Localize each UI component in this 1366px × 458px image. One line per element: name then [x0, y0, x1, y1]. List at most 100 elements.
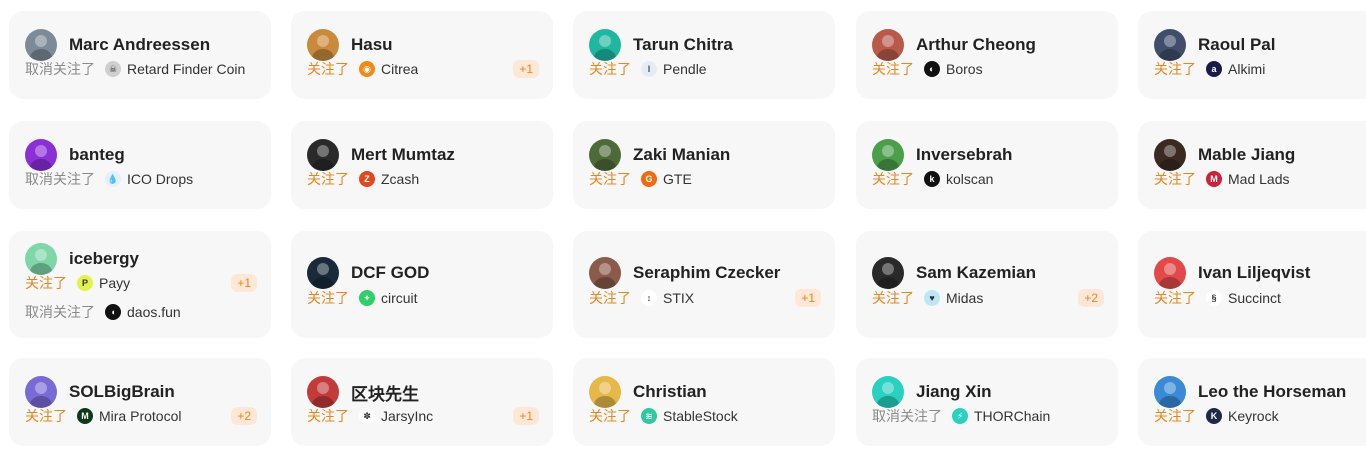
project-name[interactable]: daos.fun	[127, 304, 181, 320]
project-name[interactable]: Citrea	[381, 61, 418, 77]
project-name[interactable]: Keyrock	[1228, 408, 1279, 424]
avatar[interactable]	[872, 139, 904, 171]
kol-card[interactable]: Jiang Xin 取消关注了 ⚡ THORChain	[856, 358, 1118, 446]
kol-name[interactable]: Raoul Pal	[1198, 35, 1275, 55]
avatar[interactable]	[25, 243, 57, 275]
kol-name[interactable]: Ivan Liljeqvist	[1198, 263, 1310, 283]
project-name[interactable]: THORChain	[974, 408, 1050, 424]
kol-card[interactable]: Hasu 关注了 ◉ Citrea +1	[291, 11, 553, 99]
kol-name[interactable]: Hasu	[351, 35, 393, 55]
avatar[interactable]	[25, 139, 57, 171]
kol-card-header: Christian	[589, 376, 821, 408]
kol-card-header: DCF GOD	[307, 257, 539, 289]
project-name[interactable]: StableStock	[663, 408, 738, 424]
avatar[interactable]	[25, 376, 57, 408]
followed-label: 关注了	[25, 275, 67, 291]
kol-name[interactable]: Inversebrah	[916, 145, 1012, 165]
avatar[interactable]	[589, 139, 621, 171]
avatar[interactable]	[307, 29, 339, 61]
avatar[interactable]	[1154, 139, 1186, 171]
avatar[interactable]	[589, 376, 621, 408]
more-count-badge[interactable]: +1	[231, 274, 257, 292]
project-name[interactable]: Boros	[946, 61, 983, 77]
kol-name[interactable]: Christian	[633, 382, 707, 402]
project-name[interactable]: GTE	[663, 171, 692, 187]
kol-name[interactable]: Jiang Xin	[916, 382, 992, 402]
unfollowed-label: 取消关注了	[25, 304, 95, 320]
kol-name[interactable]: 区块先生	[351, 380, 419, 405]
more-count-badge[interactable]: +1	[795, 289, 821, 307]
kol-name[interactable]: SOLBigBrain	[69, 382, 175, 402]
project-name[interactable]: circuit	[381, 290, 418, 306]
kol-card-header: banteg	[25, 139, 257, 171]
activity-row: 关注了 ◉ Citrea +1	[307, 59, 539, 79]
more-count-badge[interactable]: +2	[1078, 289, 1104, 307]
keyrock-icon: K	[1206, 408, 1222, 424]
kol-card[interactable]: Seraphim Czecker 关注了 ↕ STIX +1	[573, 231, 835, 338]
avatar[interactable]	[307, 257, 339, 289]
kol-card[interactable]: icebergy 关注了 P Payy +1 取消关注了 ◖ daos.fun	[9, 231, 271, 338]
project-name[interactable]: Zcash	[381, 171, 419, 187]
avatar[interactable]	[872, 376, 904, 408]
project-name[interactable]: Mira Protocol	[99, 408, 181, 424]
kol-name[interactable]: icebergy	[69, 249, 139, 269]
avatar[interactable]	[307, 139, 339, 171]
kol-name[interactable]: Leo the Horseman	[1198, 382, 1346, 402]
kol-card[interactable]: Christian 关注了 ≋ StableStock	[573, 358, 835, 446]
kol-card[interactable]: Ivan Liljeqvist 关注了 § Succinct	[1138, 231, 1366, 338]
more-count-badge[interactable]: +1	[513, 407, 539, 425]
kol-card[interactable]: Marc Andreessen 取消关注了 ☠ Retard Finder Coin	[9, 11, 271, 99]
project-name[interactable]: Midas	[946, 290, 983, 306]
avatar[interactable]	[1154, 257, 1186, 289]
project-name[interactable]: STIX	[663, 290, 694, 306]
kol-card[interactable]: Tarun Chitra 关注了 ǀ Pendle	[573, 11, 835, 99]
project-name[interactable]: Alkimi	[1228, 61, 1265, 77]
kol-card[interactable]: SOLBigBrain 关注了 M Mira Protocol +2	[9, 358, 271, 446]
kol-name[interactable]: DCF GOD	[351, 263, 429, 283]
avatar[interactable]	[589, 257, 621, 289]
zcash-icon: Z	[359, 171, 375, 187]
more-count-badge[interactable]: +1	[513, 60, 539, 78]
kol-name[interactable]: Zaki Manian	[633, 145, 730, 165]
avatar[interactable]	[1154, 29, 1186, 61]
kol-card[interactable]: Raoul Pal 关注了 a Alkimi	[1138, 11, 1366, 99]
project-name[interactable]: Retard Finder Coin	[127, 61, 245, 77]
kol-card[interactable]: Leo the Horseman 关注了 K Keyrock	[1138, 358, 1366, 446]
project-name[interactable]: JarsyInc	[381, 408, 433, 424]
project-name[interactable]: ICO Drops	[127, 171, 193, 187]
activity-row: 关注了 ≋ StableStock	[589, 406, 821, 426]
kol-card[interactable]: Arthur Cheong 关注了 ◐ Boros	[856, 11, 1118, 99]
avatar[interactable]	[25, 29, 57, 61]
kol-name[interactable]: banteg	[69, 145, 125, 165]
project-name[interactable]: Payy	[99, 275, 130, 291]
kol-name[interactable]: Marc Andreessen	[69, 35, 210, 55]
kol-name[interactable]: Tarun Chitra	[633, 35, 733, 55]
kol-card[interactable]: 区块先生 关注了 ✽ JarsyInc +1	[291, 358, 553, 446]
kol-card[interactable]: Mable Jiang 关注了 M Mad Lads	[1138, 121, 1366, 209]
more-count-badge[interactable]: +2	[231, 407, 257, 425]
kol-card[interactable]: Sam Kazemian 关注了 ♥ Midas +2	[856, 231, 1118, 338]
kol-name[interactable]: Arthur Cheong	[916, 35, 1036, 55]
activity-row: 关注了 ♥ Midas +2	[872, 288, 1104, 308]
project-name[interactable]: Succinct	[1228, 290, 1281, 306]
kol-name[interactable]: Mable Jiang	[1198, 145, 1295, 165]
avatar[interactable]	[872, 257, 904, 289]
avatar[interactable]	[589, 29, 621, 61]
project-name[interactable]: Mad Lads	[1228, 171, 1289, 187]
kol-name[interactable]: Sam Kazemian	[916, 263, 1036, 283]
kol-card[interactable]: banteg 取消关注了 💧 ICO Drops	[9, 121, 271, 209]
kol-name[interactable]: Seraphim Czecker	[633, 263, 780, 283]
kol-name[interactable]: Mert Mumtaz	[351, 145, 455, 165]
project-name[interactable]: Pendle	[663, 61, 707, 77]
avatar[interactable]	[1154, 376, 1186, 408]
project-name[interactable]: kolscan	[946, 171, 993, 187]
stix-icon: ↕	[641, 290, 657, 306]
kol-card[interactable]: DCF GOD 关注了 ✦ circuit	[291, 231, 553, 338]
avatar[interactable]	[872, 29, 904, 61]
kol-card[interactable]: Zaki Manian 关注了 G GTE	[573, 121, 835, 209]
alkimi-icon: a	[1206, 61, 1222, 77]
avatar[interactable]	[307, 376, 339, 408]
circuit-icon: ✦	[359, 290, 375, 306]
kol-card[interactable]: Mert Mumtaz 关注了 Z Zcash	[291, 121, 553, 209]
kol-card[interactable]: Inversebrah 关注了 k kolscan	[856, 121, 1118, 209]
